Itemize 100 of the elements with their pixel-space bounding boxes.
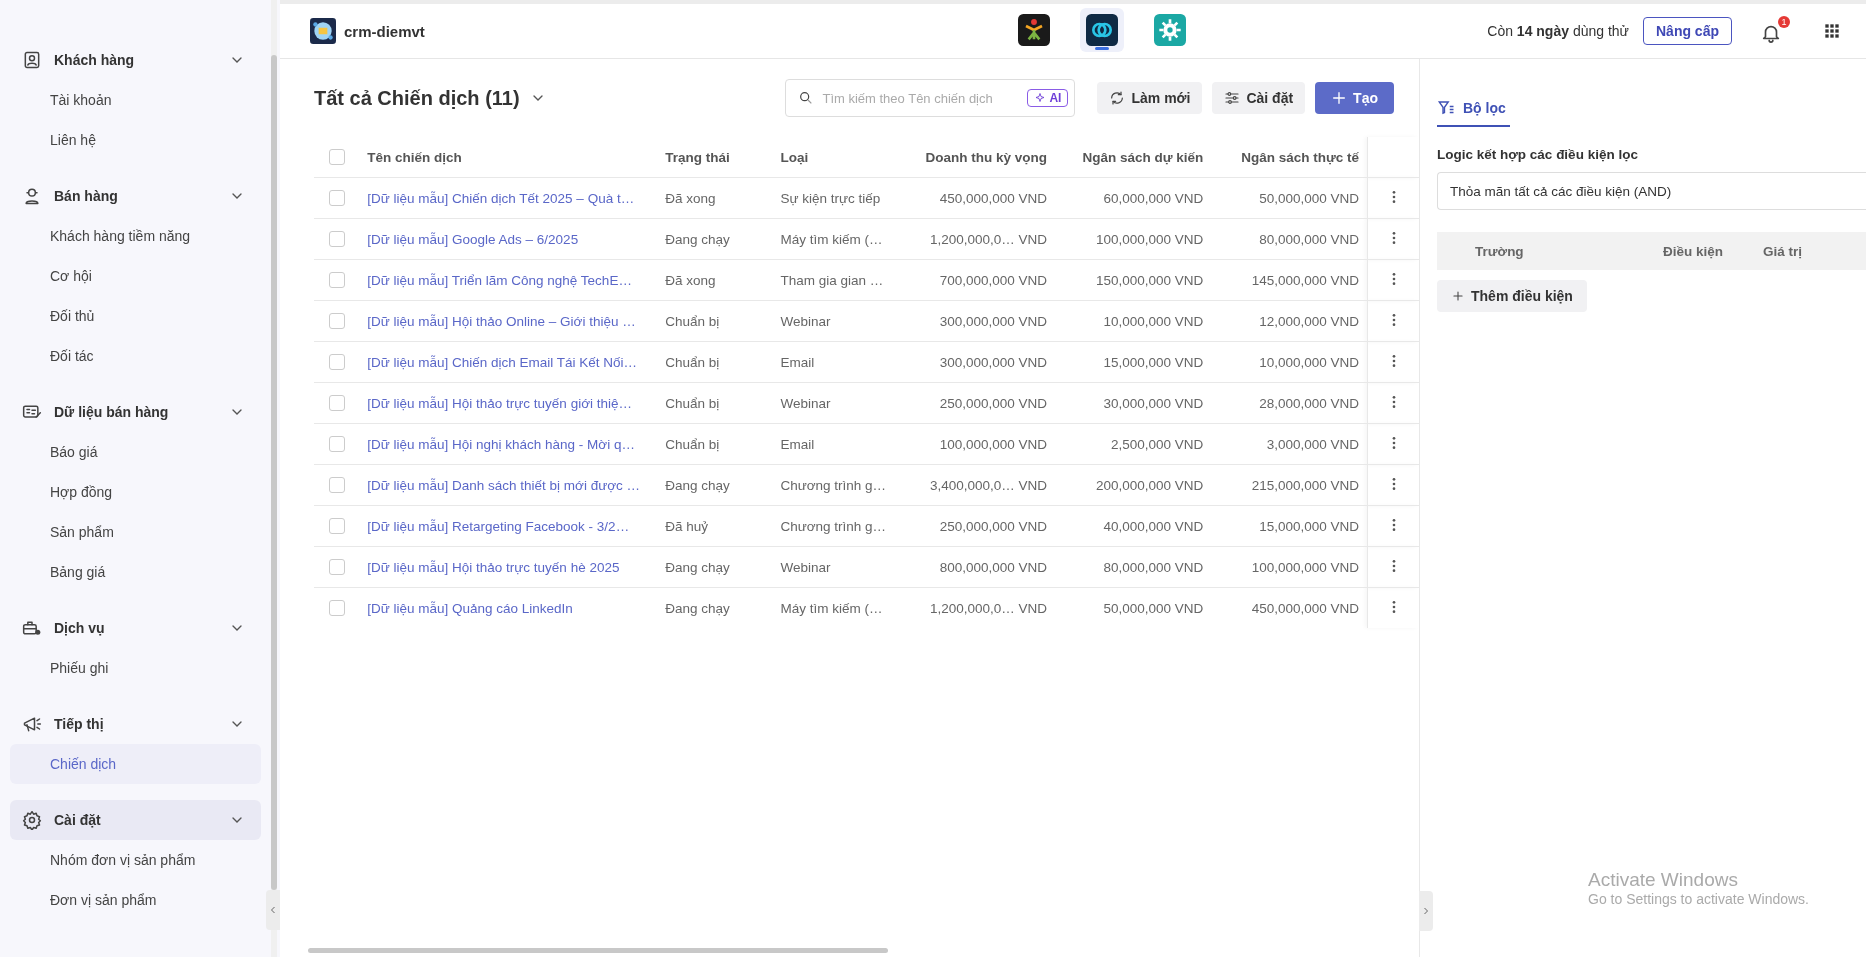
table-cell: Đang chạy (665, 559, 730, 575)
table-cell: Máy tìm kiếm (… (780, 600, 883, 616)
table-cell: 150,000,000 VND (1096, 272, 1204, 288)
sidebar-item[interactable]: Khách hàng tiềm năng (10, 216, 261, 256)
sidebar-section-header[interactable]: Dữ liệu bán hàng (10, 392, 261, 432)
ai-search-button[interactable]: AI (1027, 89, 1069, 107)
table-cell: Email (780, 354, 815, 370)
column-header[interactable]: Loại (772, 137, 901, 178)
activation-title: Activate Windows (1588, 869, 1739, 891)
table-cell: Chuẩn bị (665, 395, 720, 411)
table-cell: 200,000,000 VND (1096, 477, 1204, 493)
table-cell: Đang chạy (665, 477, 730, 493)
sidebar-item[interactable]: Bảng giá (10, 552, 261, 592)
sidebar-item[interactable]: Đơn vị sản phẩm (10, 880, 261, 920)
upgrade-button[interactable]: Nâng cấp (1643, 17, 1732, 45)
sidebar-item[interactable]: Cơ hội (10, 256, 261, 296)
column-header: Giá trị (1763, 243, 1803, 259)
table-cell: 145,000,000 VND (1251, 272, 1360, 288)
table-cell: Đã huỷ (665, 518, 709, 534)
table-cell: Đang chạy (665, 600, 730, 616)
sidebar-section-header[interactable]: Cài đặt (10, 800, 261, 840)
table-cell: Webinar (780, 559, 831, 575)
table-cell: 2,500,000 VND (1111, 436, 1204, 452)
table-cell: Chuẩn bị (665, 354, 720, 370)
sidebar-section-header[interactable]: Dịch vụ (10, 608, 261, 648)
column-header[interactable]: Ngân sách thực tế (1211, 137, 1368, 178)
table-cell: 100,000,000 VND (1096, 231, 1204, 247)
table-cell: 80,000,000 VND (1103, 559, 1204, 575)
table-cell: 10,000,000 VND (1103, 313, 1204, 329)
table-cell: Sự kiện trực tiếp (780, 190, 881, 206)
table-cell: 30,000,000 VND (1103, 395, 1204, 411)
campaign-link[interactable]: [Dữ liệu mẫu] Hội nghị khách hàng - Mời q… (367, 436, 635, 452)
sidebar-item[interactable]: Tài khoản (10, 80, 261, 120)
search-field[interactable]: Tìm kiếm theo Tên chiến dịch AI (785, 79, 1076, 117)
sidebar-item[interactable]: Liên hệ (10, 120, 261, 160)
notification-badge: 1 (1778, 16, 1790, 28)
column-header: Trường (1475, 243, 1525, 259)
column-header[interactable]: Tên chiến dịch (359, 137, 658, 178)
table-cell: 10,000,000 VND (1259, 354, 1360, 370)
activation-message: Go to Settings to activate Windows. (1588, 891, 1809, 907)
table-cell: 450,000,000 VND (1251, 600, 1360, 616)
table-cell: 215,000,000 VND (1251, 477, 1360, 493)
refresh-button[interactable]: Làm mới (1097, 82, 1203, 114)
create-button[interactable]: Tạo (1315, 82, 1394, 114)
table-cell: Chương trình g… (780, 477, 887, 493)
campaign-link[interactable]: [Dữ liệu mẫu] Triển lãm Công nghệ TechE… (367, 272, 632, 288)
campaign-link[interactable]: [Dữ liệu mẫu] Hội thảo Online – Giới thiệu … (367, 313, 636, 329)
table-cell: Webinar (780, 313, 831, 329)
sidebar-item[interactable]: Nhóm đơn vị sản phẩm (10, 840, 261, 880)
table-cell: 1,200,000,0… VND (930, 231, 1048, 247)
sidebar-section-header[interactable]: Khách hàng (10, 40, 261, 80)
sidebar-section-header[interactable]: Bán hàng (10, 176, 261, 216)
trial-notice: Còn 14 ngày dùng thử (1487, 23, 1629, 39)
table-cell: 15,000,000 VND (1259, 518, 1360, 534)
column-header[interactable]: Ngân sách dự kiến (1055, 137, 1212, 178)
table-cell: 800,000,000 VND (939, 559, 1048, 575)
table-cell: Máy tìm kiếm (… (780, 231, 883, 247)
page-title: Tất cả Chiến dịch (11) (314, 86, 520, 110)
campaign-link[interactable]: [Dữ liệu mẫu] Hội thảo trực tuyến hè 2025 (367, 559, 620, 575)
settings-button[interactable]: Cài đặt (1212, 82, 1306, 114)
column-header[interactable]: Trạng thái (657, 137, 773, 178)
filter-tab[interactable]: Bộ lọc (1437, 99, 1510, 127)
campaign-link[interactable]: [Dữ liệu mẫu] Retargeting Facebook - 3/2… (367, 518, 630, 534)
logic-dropdown[interactable]: Thỏa mãn tất cả các điều kiện (AND) (1437, 172, 1866, 210)
sidebar-item[interactable]: Sản phẩm (10, 512, 261, 552)
campaign-link[interactable]: [Dữ liệu mẫu] Google Ads – 6/2025 (367, 231, 579, 247)
campaign-link[interactable]: [Dữ liệu mẫu] Quảng cáo LinkedIn (367, 600, 573, 616)
column-header: Điều kiện (1663, 243, 1725, 259)
table-cell: 700,000,000 VND (939, 272, 1048, 288)
table-cell: 28,000,000 VND (1259, 395, 1360, 411)
table-cell: 80,000,000 VND (1259, 231, 1360, 247)
sidebar-item[interactable]: Hợp đồng (10, 472, 261, 512)
sidebar-item[interactable]: Đối thủ (10, 296, 261, 336)
workspace-name: crm-diemvt (344, 22, 425, 40)
table-cell: Email (780, 436, 815, 452)
table-cell: 3,000,000 VND (1266, 436, 1360, 452)
notification-button[interactable]: 1 (1756, 15, 1790, 47)
sidebar-item[interactable]: Chiến dịch (10, 744, 261, 784)
table-cell: 100,000,000 VND (939, 436, 1048, 452)
table-cell: 3,400,000,0… VND (930, 477, 1048, 493)
table-cell: Chương trình g… (780, 518, 887, 534)
table-cell: 450,000,000 VND (939, 190, 1048, 206)
table-cell: 300,000,000 VND (939, 354, 1048, 370)
sidebar-section-header[interactable]: Tiếp thị (10, 704, 261, 744)
table-cell: Đang chạy (665, 231, 730, 247)
campaign-link[interactable]: [Dữ liệu mẫu] Chiến dịch Tết 2025 – Quà t… (367, 190, 635, 206)
campaign-link[interactable]: [Dữ liệu mẫu] Danh sách thiết bị mới được … (367, 477, 641, 493)
campaign-link[interactable]: [Dữ liệu mẫu] Chiến dịch Email Tái Kết Nối… (367, 354, 638, 370)
table-cell: Chuẩn bị (665, 436, 720, 452)
campaign-link[interactable]: [Dữ liệu mẫu] Hội thảo trực tuyến giới thiệ… (367, 395, 632, 411)
table-cell: Tham gia gian … (780, 272, 884, 288)
table-cell: Webinar (780, 395, 831, 411)
sidebar-item[interactable]: Phiếu ghi (10, 648, 261, 688)
table-cell: 250,000,000 VND (939, 518, 1048, 534)
table-cell: 1,200,000,0… VND (930, 600, 1048, 616)
sidebar-item[interactable]: Đối tác (10, 336, 261, 376)
sidebar-item[interactable]: Báo giá (10, 432, 261, 472)
table-cell: 250,000,000 VND (939, 395, 1048, 411)
add-condition-button[interactable]: Thêm điều kiện (1437, 280, 1587, 312)
column-header[interactable]: Doanh thu kỳ vọng (900, 137, 1056, 178)
